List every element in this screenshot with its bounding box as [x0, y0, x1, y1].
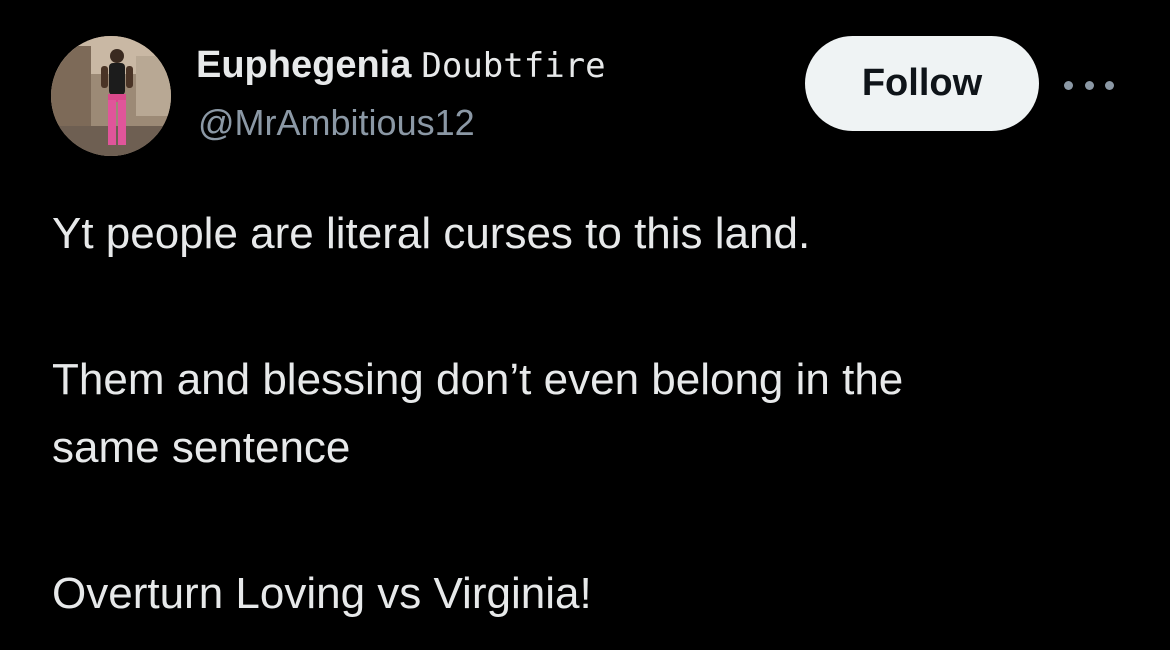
more-options-icon[interactable] [1064, 70, 1114, 100]
author-name[interactable]: Euphegenia Doubtfire [196, 42, 606, 96]
display-name-suffix[interactable]: Doubtfire [421, 46, 605, 86]
follow-button[interactable]: Follow [805, 36, 1039, 131]
more-dot [1084, 80, 1094, 90]
avatar[interactable] [51, 36, 171, 156]
tweet-text-line: Overturn Loving vs Virginia! [52, 569, 592, 618]
more-dot [1064, 80, 1073, 90]
avatar-photo-icon [51, 36, 171, 156]
tweet-text-line: same sentence [52, 423, 351, 472]
author-handle[interactable]: @MrAmbitious12 [198, 100, 475, 146]
tweet-text-line: Them and blessing don’t even belong in t… [52, 355, 904, 404]
display-name[interactable]: Euphegenia [196, 44, 411, 86]
tweet-text-line: Yt people are literal curses to this lan… [52, 209, 811, 258]
more-dot [1105, 80, 1114, 90]
tweet-card: Euphegenia Doubtfire @MrAmbitious12 Follo… [0, 0, 1170, 650]
